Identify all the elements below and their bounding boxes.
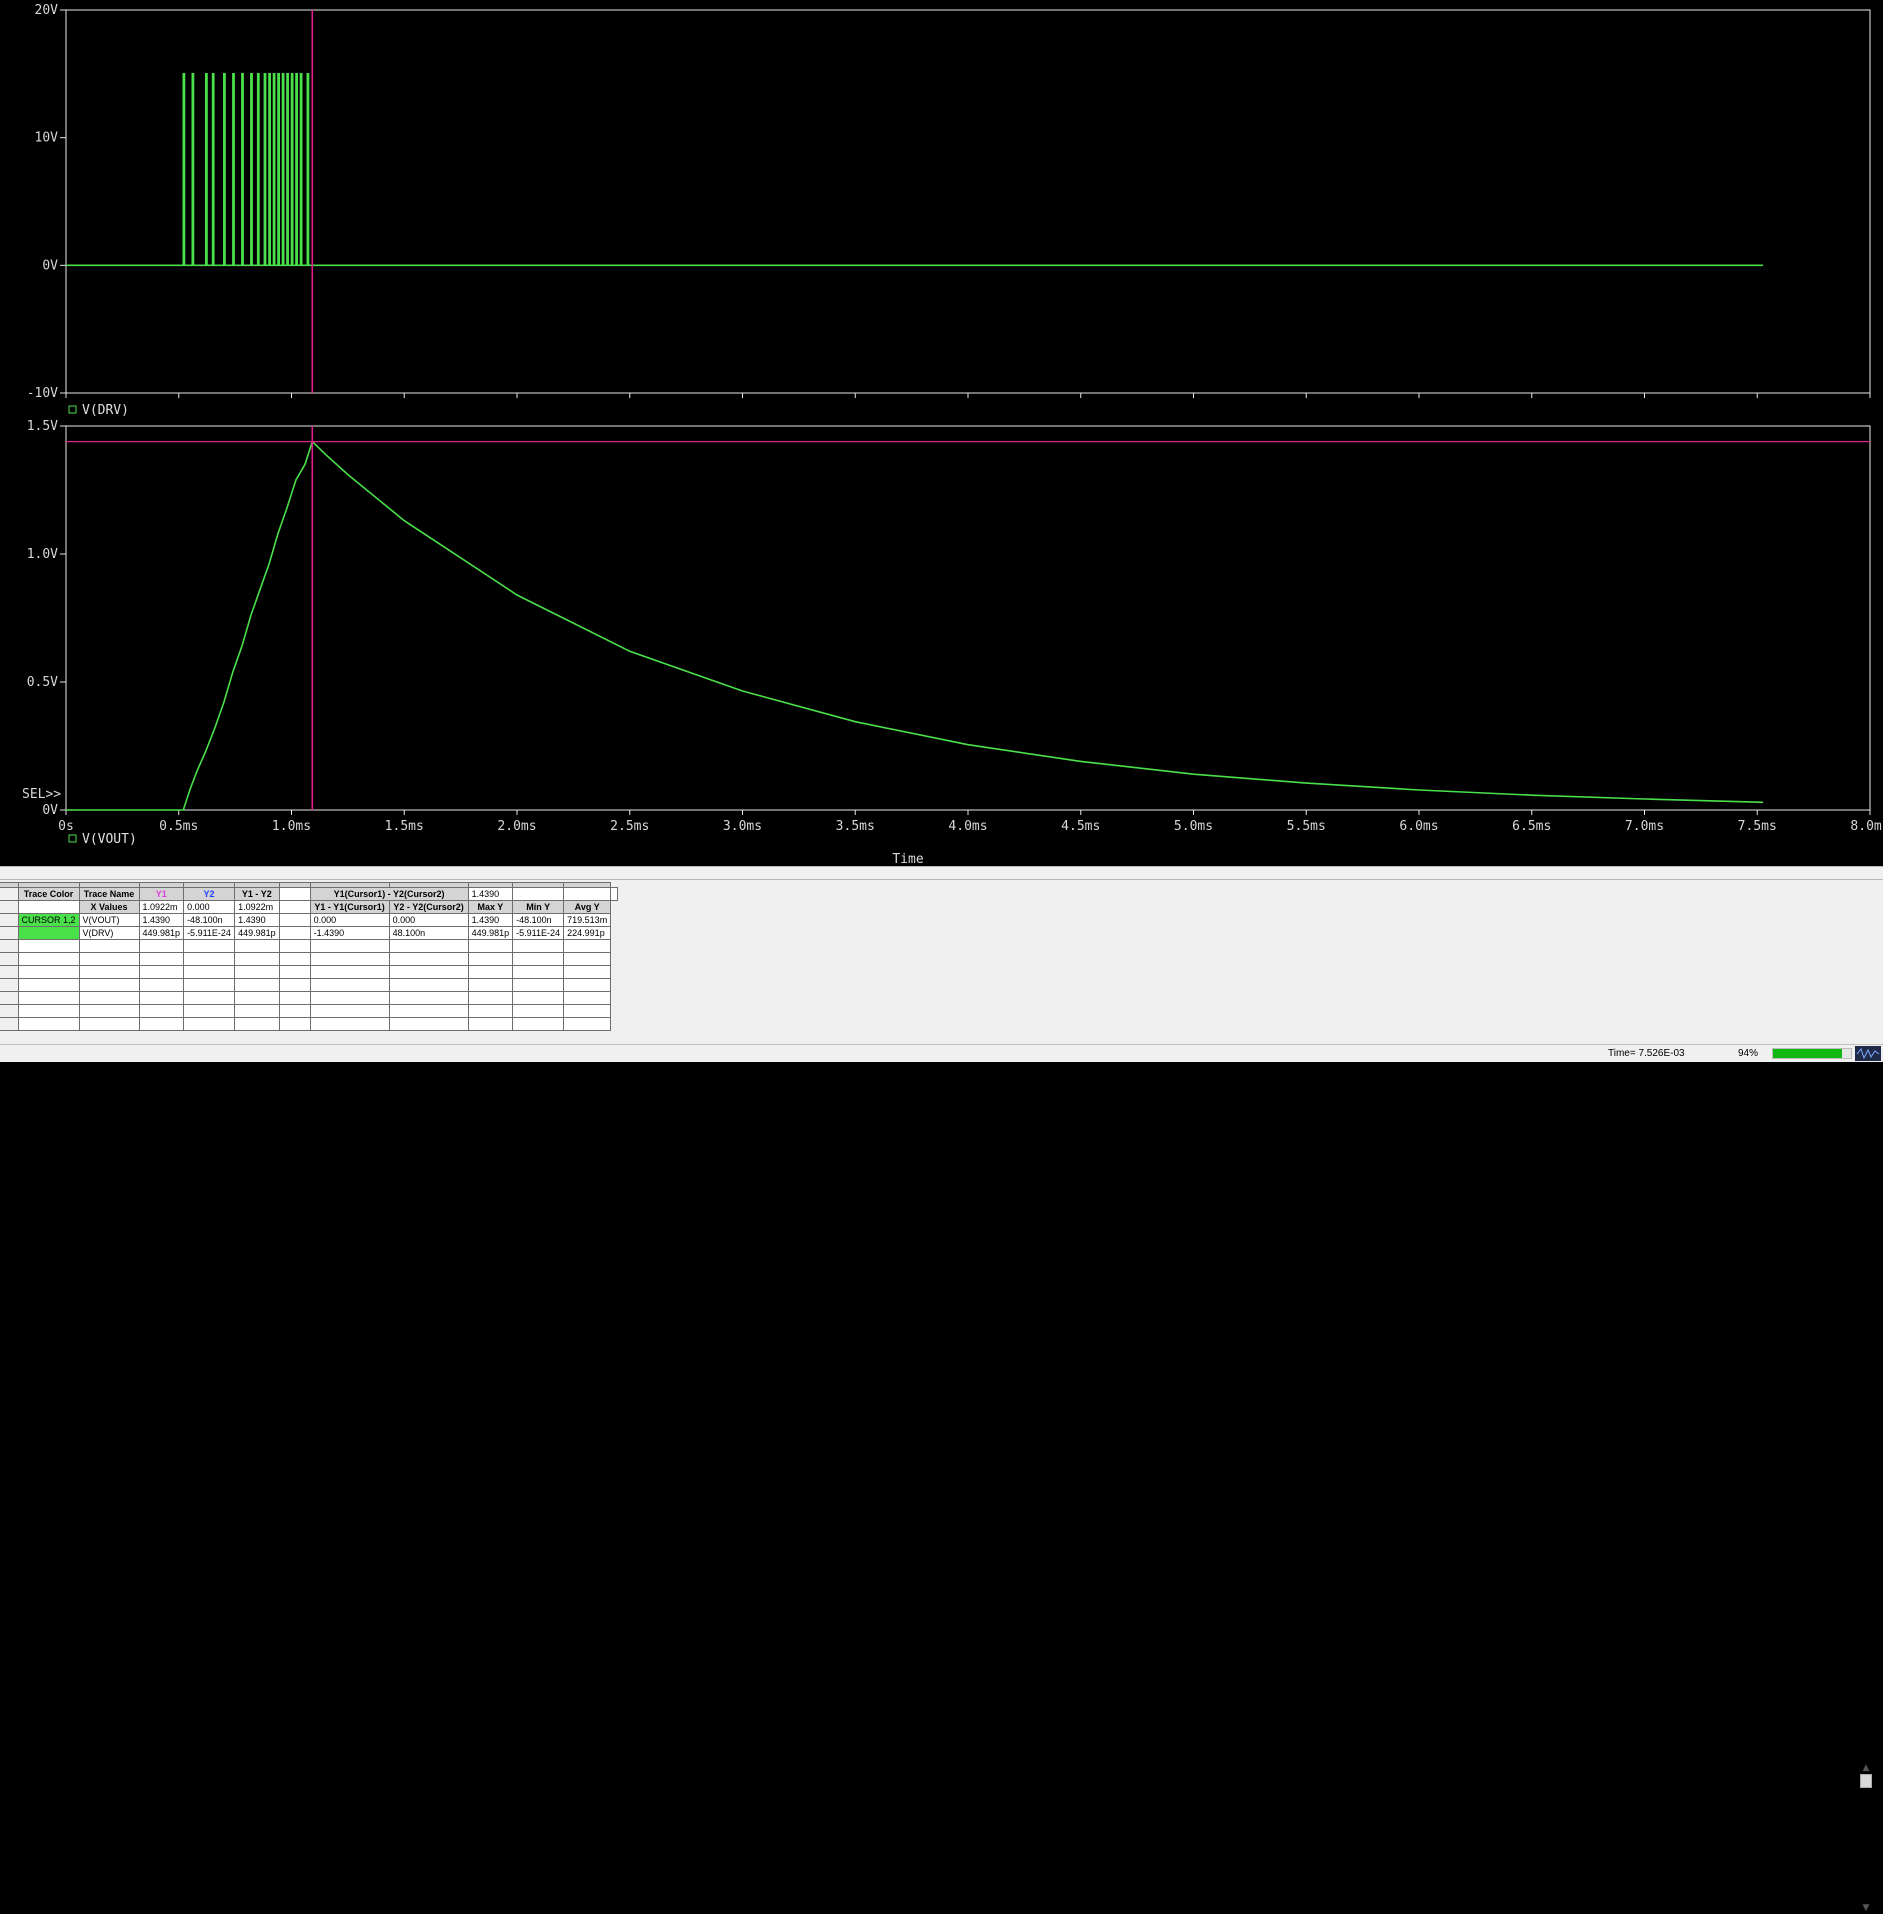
x-tick-label: 2.5ms [610, 819, 649, 834]
header-min-y: Min Y [512, 900, 565, 914]
header-max-y: Max Y [467, 900, 514, 914]
x-tick-label: 2.0ms [497, 819, 536, 834]
x-tick-label: 1.0ms [272, 819, 311, 834]
legend-label: V(VOUT) [82, 832, 137, 847]
y-tick-label: 1.0V [27, 547, 58, 562]
header-trace-name: Trace Name [78, 887, 140, 901]
table-scrollbar[interactable]: ▲ ▼ [1859, 1762, 1873, 1914]
y-tick-label: 1.5V [27, 419, 58, 434]
x-tick-label: 5.0ms [1174, 819, 1213, 834]
x-tick-label: 4.0ms [948, 819, 987, 834]
x-tick-label: 0.5ms [159, 819, 198, 834]
cursor-panel: Trace Color Trace Name Y1 Y2 Y1 - Y2 Y1(… [0, 880, 1883, 1913]
x-value-y2: 0.000 [183, 900, 236, 914]
x-tick-label: 1.5ms [385, 819, 424, 834]
status-zoom: 94% [1738, 1048, 1759, 1059]
x-tick-label: 4.5ms [1061, 819, 1100, 834]
waveform-plot-area[interactable]: 20V 10V 0V -10V V(DRV) 1.5V 1.0V 0.5V 0V 0s 0.5ms 1… [0, 0, 1883, 866]
y-tick-label: 0.5V [27, 675, 58, 690]
table-row-empty [0, 991, 618, 1005]
x-tick-label: 6.5ms [1512, 819, 1551, 834]
trace-color-swatch[interactable]: CURSOR 1,2 [17, 913, 80, 927]
table-row[interactable]: CURSOR 1,2 V(VOUT) 1.4390 -48.100n 1.439… [0, 913, 618, 927]
status-time: Time= 7.526E-03 [1608, 1048, 1685, 1059]
y-tick-label: 10V [35, 131, 59, 146]
simulation-progress-fill [1773, 1049, 1842, 1058]
y-tick-label: -10V [27, 386, 58, 401]
x-tick-label: 3.5ms [836, 819, 875, 834]
header-avg-y: Avg Y [563, 900, 612, 914]
scroll-up-icon[interactable]: ▲ [1859, 1762, 1873, 1774]
legend-label: V(DRV) [82, 403, 129, 418]
plot-frame [65, 9, 1871, 394]
header-y2-cursor2: Y2 - Y2(Cursor2) [388, 900, 469, 914]
table-row-empty [0, 965, 618, 979]
x-tick-label: 8.0ms [1850, 819, 1883, 834]
x-tick-label: 3.0ms [723, 819, 762, 834]
sel-marker: SEL>> [22, 787, 61, 802]
y-tick-label: 0V [42, 803, 58, 818]
legend-swatch [68, 405, 77, 414]
simulation-progress-bar [1772, 1048, 1852, 1059]
trace-vdrv [66, 73, 1764, 267]
trace-name: V(DRV) [78, 926, 140, 940]
table-row-empty [0, 1017, 618, 1031]
table-row-empty [0, 978, 618, 992]
trace-name: V(VOUT) [78, 913, 140, 927]
header-y2: Y2 [183, 887, 236, 901]
header-y1: Y1 [138, 887, 185, 901]
header-trace-color: Trace Color [17, 887, 80, 901]
plot-frame [65, 425, 1871, 811]
status-bar: Time= 7.526E-03 94% [0, 1044, 1883, 1062]
scroll-down-icon[interactable]: ▼ [1859, 1902, 1873, 1914]
waveform-plots[interactable]: 20V10V0V-10VV(DRV)1.5V1.0V0.5V0V0s 0.5ms 1… [0, 0, 1883, 866]
pane-splitter[interactable] [0, 866, 1883, 880]
x-tick-label: 0s [58, 819, 74, 834]
cursor-diff-value: 1.4390 [467, 887, 514, 901]
legend-swatch [68, 834, 77, 843]
cursor-table: Trace Color Trace Name Y1 Y2 Y1 - Y2 Y1(… [0, 882, 619, 1031]
y-tick-label: 0V [42, 258, 58, 273]
y-tick-label: 20V [35, 3, 59, 18]
x-tick-label: 7.0ms [1625, 819, 1664, 834]
x-value-y1: 1.0922m [138, 900, 185, 914]
table-row-empty [0, 952, 618, 966]
header-y1-y2: Y1 - Y2 [234, 887, 280, 901]
header-y1-cursor1: Y1 - Y1(Cursor1) [309, 900, 390, 914]
x-tick-label: 5.5ms [1287, 819, 1326, 834]
header-x-values: X Values [78, 900, 140, 914]
table-row[interactable]: V(DRV) 449.981p -5.911E-24 449.981p -1.4… [0, 926, 618, 940]
trace-vvout [66, 440, 1764, 811]
x-tick-label: 6.0ms [1399, 819, 1438, 834]
x-tick-label: 7.5ms [1738, 819, 1777, 834]
waveform-icon[interactable] [1855, 1046, 1881, 1061]
table-row-empty [0, 939, 618, 953]
table-row-empty [0, 1004, 618, 1018]
header-cursor-diff: Y1(Cursor1) - Y2(Cursor2) [309, 887, 469, 901]
scroll-thumb[interactable] [1860, 1774, 1872, 1788]
x-axis-label: Time [892, 852, 923, 866]
x-value-y1-y2: 1.0922m [234, 900, 280, 914]
trace-color-swatch[interactable] [17, 926, 80, 940]
